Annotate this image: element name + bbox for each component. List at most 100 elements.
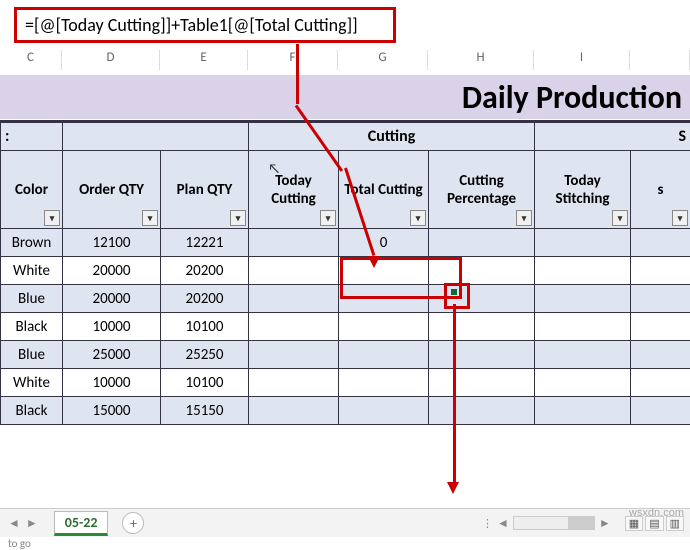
cell[interactable] — [631, 397, 690, 425]
table-row[interactable]: White1000010100 — [1, 369, 690, 397]
header-color[interactable]: Color▾ — [1, 151, 63, 229]
cell[interactable]: Blue — [1, 285, 63, 313]
status-bar: to go — [0, 537, 690, 549]
cell[interactable] — [249, 257, 339, 285]
cell[interactable] — [249, 341, 339, 369]
tab-nav-arrows[interactable]: ◄► — [8, 516, 38, 531]
filter-icon[interactable]: ▾ — [44, 210, 60, 226]
cell[interactable] — [535, 285, 631, 313]
cell[interactable]: Black — [1, 313, 63, 341]
fill-handle-icon[interactable] — [451, 289, 457, 295]
col-header-h[interactable]: H — [428, 50, 534, 70]
table-row[interactable]: Brown 12100 12221 0 — [1, 229, 690, 257]
cell[interactable]: 10000 — [63, 369, 161, 397]
col-header-g[interactable]: G — [338, 50, 428, 70]
cell[interactable] — [339, 397, 429, 425]
cell[interactable]: 12221 — [161, 229, 249, 257]
header-today-stitching[interactable]: Today Stitching▾ — [535, 151, 631, 229]
col-header-e[interactable]: E — [160, 50, 248, 70]
cell[interactable] — [429, 257, 535, 285]
sheet-tab-active[interactable]: 05-22 — [54, 511, 109, 536]
cell-total-cutting-active[interactable]: 0 — [339, 229, 429, 257]
header-cutting-pct[interactable]: Cutting Percentage▾ — [429, 151, 535, 229]
filter-icon[interactable]: ▾ — [612, 210, 628, 226]
section-cutting: Cutting — [249, 123, 535, 151]
cell[interactable]: White — [1, 257, 63, 285]
cell[interactable] — [535, 229, 631, 257]
header-total-cutting[interactable]: Total Cutting▾ — [339, 151, 429, 229]
table-row[interactable]: Blue2000020200 — [1, 285, 690, 313]
cell[interactable] — [249, 285, 339, 313]
cell[interactable] — [429, 285, 535, 313]
cell[interactable]: 25000 — [63, 341, 161, 369]
table-row[interactable]: Blue2500025250 — [1, 341, 690, 369]
page-title: Daily Production — [462, 78, 682, 117]
cell[interactable] — [631, 285, 690, 313]
cell[interactable]: White — [1, 369, 63, 397]
cell[interactable]: 25250 — [161, 341, 249, 369]
filter-icon[interactable]: ▾ — [410, 210, 426, 226]
cell[interactable] — [535, 313, 631, 341]
add-sheet-button[interactable]: + — [122, 512, 144, 534]
section-colon: : — [1, 123, 63, 151]
formula-bar[interactable]: =[@[Today Cutting]]+Table1[@[Total Cutti… — [14, 7, 396, 43]
cell[interactable] — [631, 369, 690, 397]
col-header-f[interactable]: F — [248, 50, 338, 70]
production-table: : Cutting S Color▾ Order QTY▾ Plan QTY▾ … — [0, 122, 690, 425]
header-order-qty[interactable]: Order QTY▾ — [63, 151, 161, 229]
horizontal-scrollbar[interactable] — [513, 516, 595, 530]
cell[interactable] — [535, 341, 631, 369]
sheet-tab-bar: ◄► 05-22 + ⋮ ◄ ► ▦ ▤ ▥ — [0, 508, 690, 537]
cell[interactable] — [535, 397, 631, 425]
cell[interactable] — [429, 313, 535, 341]
cell[interactable]: 12100 — [63, 229, 161, 257]
header-stitching-extra[interactable]: s▾ — [631, 151, 690, 229]
filter-icon[interactable]: ▾ — [672, 210, 688, 226]
cell[interactable] — [339, 313, 429, 341]
col-header-j[interactable] — [630, 50, 690, 70]
cell[interactable] — [429, 397, 535, 425]
table-row[interactable]: Black1000010100 — [1, 313, 690, 341]
col-header-d[interactable]: D — [62, 50, 160, 70]
cell[interactable] — [339, 285, 429, 313]
cell[interactable]: 20200 — [161, 257, 249, 285]
cell[interactable] — [339, 257, 429, 285]
cell[interactable]: 20200 — [161, 285, 249, 313]
cell[interactable]: Black — [1, 397, 63, 425]
filter-icon[interactable]: ▾ — [516, 210, 532, 226]
cell[interactable] — [631, 313, 690, 341]
cell[interactable] — [631, 341, 690, 369]
cell[interactable] — [429, 369, 535, 397]
data-grid: : Cutting S Color▾ Order QTY▾ Plan QTY▾ … — [0, 120, 690, 425]
cell[interactable]: 20000 — [63, 257, 161, 285]
cell[interactable]: 20000 — [63, 285, 161, 313]
col-header-c[interactable]: C — [0, 50, 62, 70]
cell[interactable] — [429, 229, 535, 257]
cell[interactable]: 10100 — [161, 313, 249, 341]
col-header-i[interactable]: I — [534, 50, 630, 70]
cell[interactable]: 10100 — [161, 369, 249, 397]
header-plan-qty[interactable]: Plan QTY▾ — [161, 151, 249, 229]
cell[interactable]: 10000 — [63, 313, 161, 341]
table-row[interactable]: Black1500015150 — [1, 397, 690, 425]
cell[interactable] — [535, 257, 631, 285]
cell[interactable] — [339, 369, 429, 397]
cell[interactable]: 15150 — [161, 397, 249, 425]
cell[interactable]: 15000 — [63, 397, 161, 425]
filter-icon[interactable]: ▾ — [230, 210, 246, 226]
cell[interactable] — [339, 341, 429, 369]
filter-icon[interactable]: ▾ — [320, 210, 336, 226]
cell[interactable] — [249, 229, 339, 257]
cell[interactable] — [249, 313, 339, 341]
cell[interactable]: Brown — [1, 229, 63, 257]
cell[interactable]: Blue — [1, 341, 63, 369]
cell[interactable] — [631, 229, 690, 257]
cell[interactable] — [535, 369, 631, 397]
header-today-cutting[interactable]: Today Cutting▾ — [249, 151, 339, 229]
cell[interactable] — [631, 257, 690, 285]
cell[interactable] — [249, 397, 339, 425]
table-row[interactable]: White2000020200 — [1, 257, 690, 285]
filter-icon[interactable]: ▾ — [142, 210, 158, 226]
cell[interactable] — [429, 341, 535, 369]
cell[interactable] — [249, 369, 339, 397]
